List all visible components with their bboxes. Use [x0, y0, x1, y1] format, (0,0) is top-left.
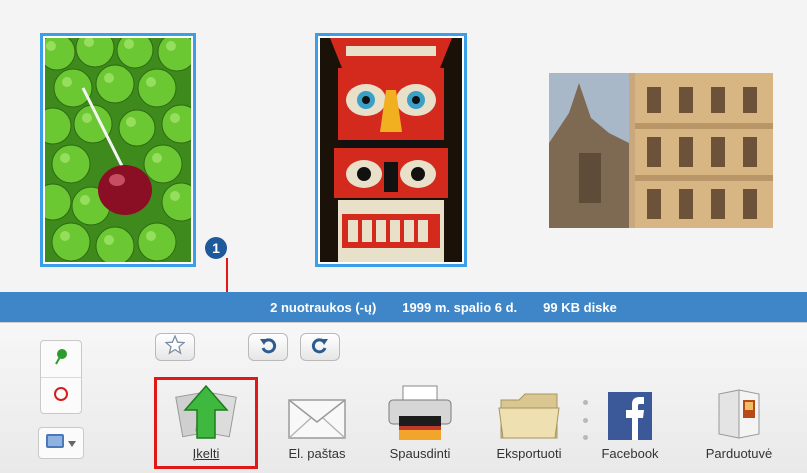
envelope-icon — [282, 378, 352, 442]
chevron-down-icon — [68, 434, 76, 452]
store-card-icon — [704, 378, 774, 442]
facebook-icon — [595, 378, 665, 442]
rotate-left-icon — [259, 336, 277, 359]
printer-icon — [385, 378, 455, 442]
selection-count: 2 nuotraukos (-ų) — [270, 299, 377, 315]
selection-size: 99 KB diske — [543, 299, 617, 315]
reject-button[interactable] — [41, 377, 81, 414]
selection-date: 1999 m. spalio 6 d. — [402, 299, 518, 315]
facebook-button[interactable]: Facebook — [587, 378, 673, 468]
store-button[interactable]: Parduotuvė — [696, 378, 782, 468]
photo-totem-pole[interactable] — [315, 33, 467, 267]
church-building-image — [549, 73, 773, 228]
star-icon — [164, 333, 186, 360]
totem-pole-image — [320, 38, 462, 262]
photo-view-icon — [46, 433, 64, 453]
rotate-right-icon — [311, 336, 329, 359]
facebook-label: Facebook — [601, 446, 659, 461]
photo-grid — [0, 0, 807, 290]
reject-circle-icon — [53, 386, 69, 407]
photo-green-apples[interactable] — [40, 33, 196, 267]
flag-button[interactable] — [41, 341, 81, 377]
status-bar: 2 nuotraukos (-ų) 1999 m. spalio 6 d. 99… — [0, 292, 807, 322]
print-label: Spausdinti — [389, 446, 451, 461]
star-rating-button[interactable] — [155, 333, 195, 361]
export-label: Eksportuoti — [496, 446, 562, 461]
email-label: El. paštas — [288, 446, 346, 461]
view-options-button[interactable] — [38, 427, 84, 459]
flag-reject-panel — [40, 340, 82, 414]
store-label: Parduotuvė — [705, 446, 773, 461]
photo-church-building[interactable] — [549, 73, 773, 228]
print-button[interactable]: Spausdinti — [377, 378, 463, 468]
export-button[interactable]: Eksportuoti — [486, 378, 572, 468]
folder-icon — [494, 378, 564, 442]
green-apples-image — [45, 38, 191, 262]
highlight-box — [154, 377, 258, 469]
callout-badge: 1 — [205, 237, 227, 259]
pushpin-icon — [53, 348, 69, 371]
rotate-left-button[interactable] — [248, 333, 288, 361]
rotate-right-button[interactable] — [300, 333, 340, 361]
email-button[interactable]: El. paštas — [274, 378, 360, 468]
